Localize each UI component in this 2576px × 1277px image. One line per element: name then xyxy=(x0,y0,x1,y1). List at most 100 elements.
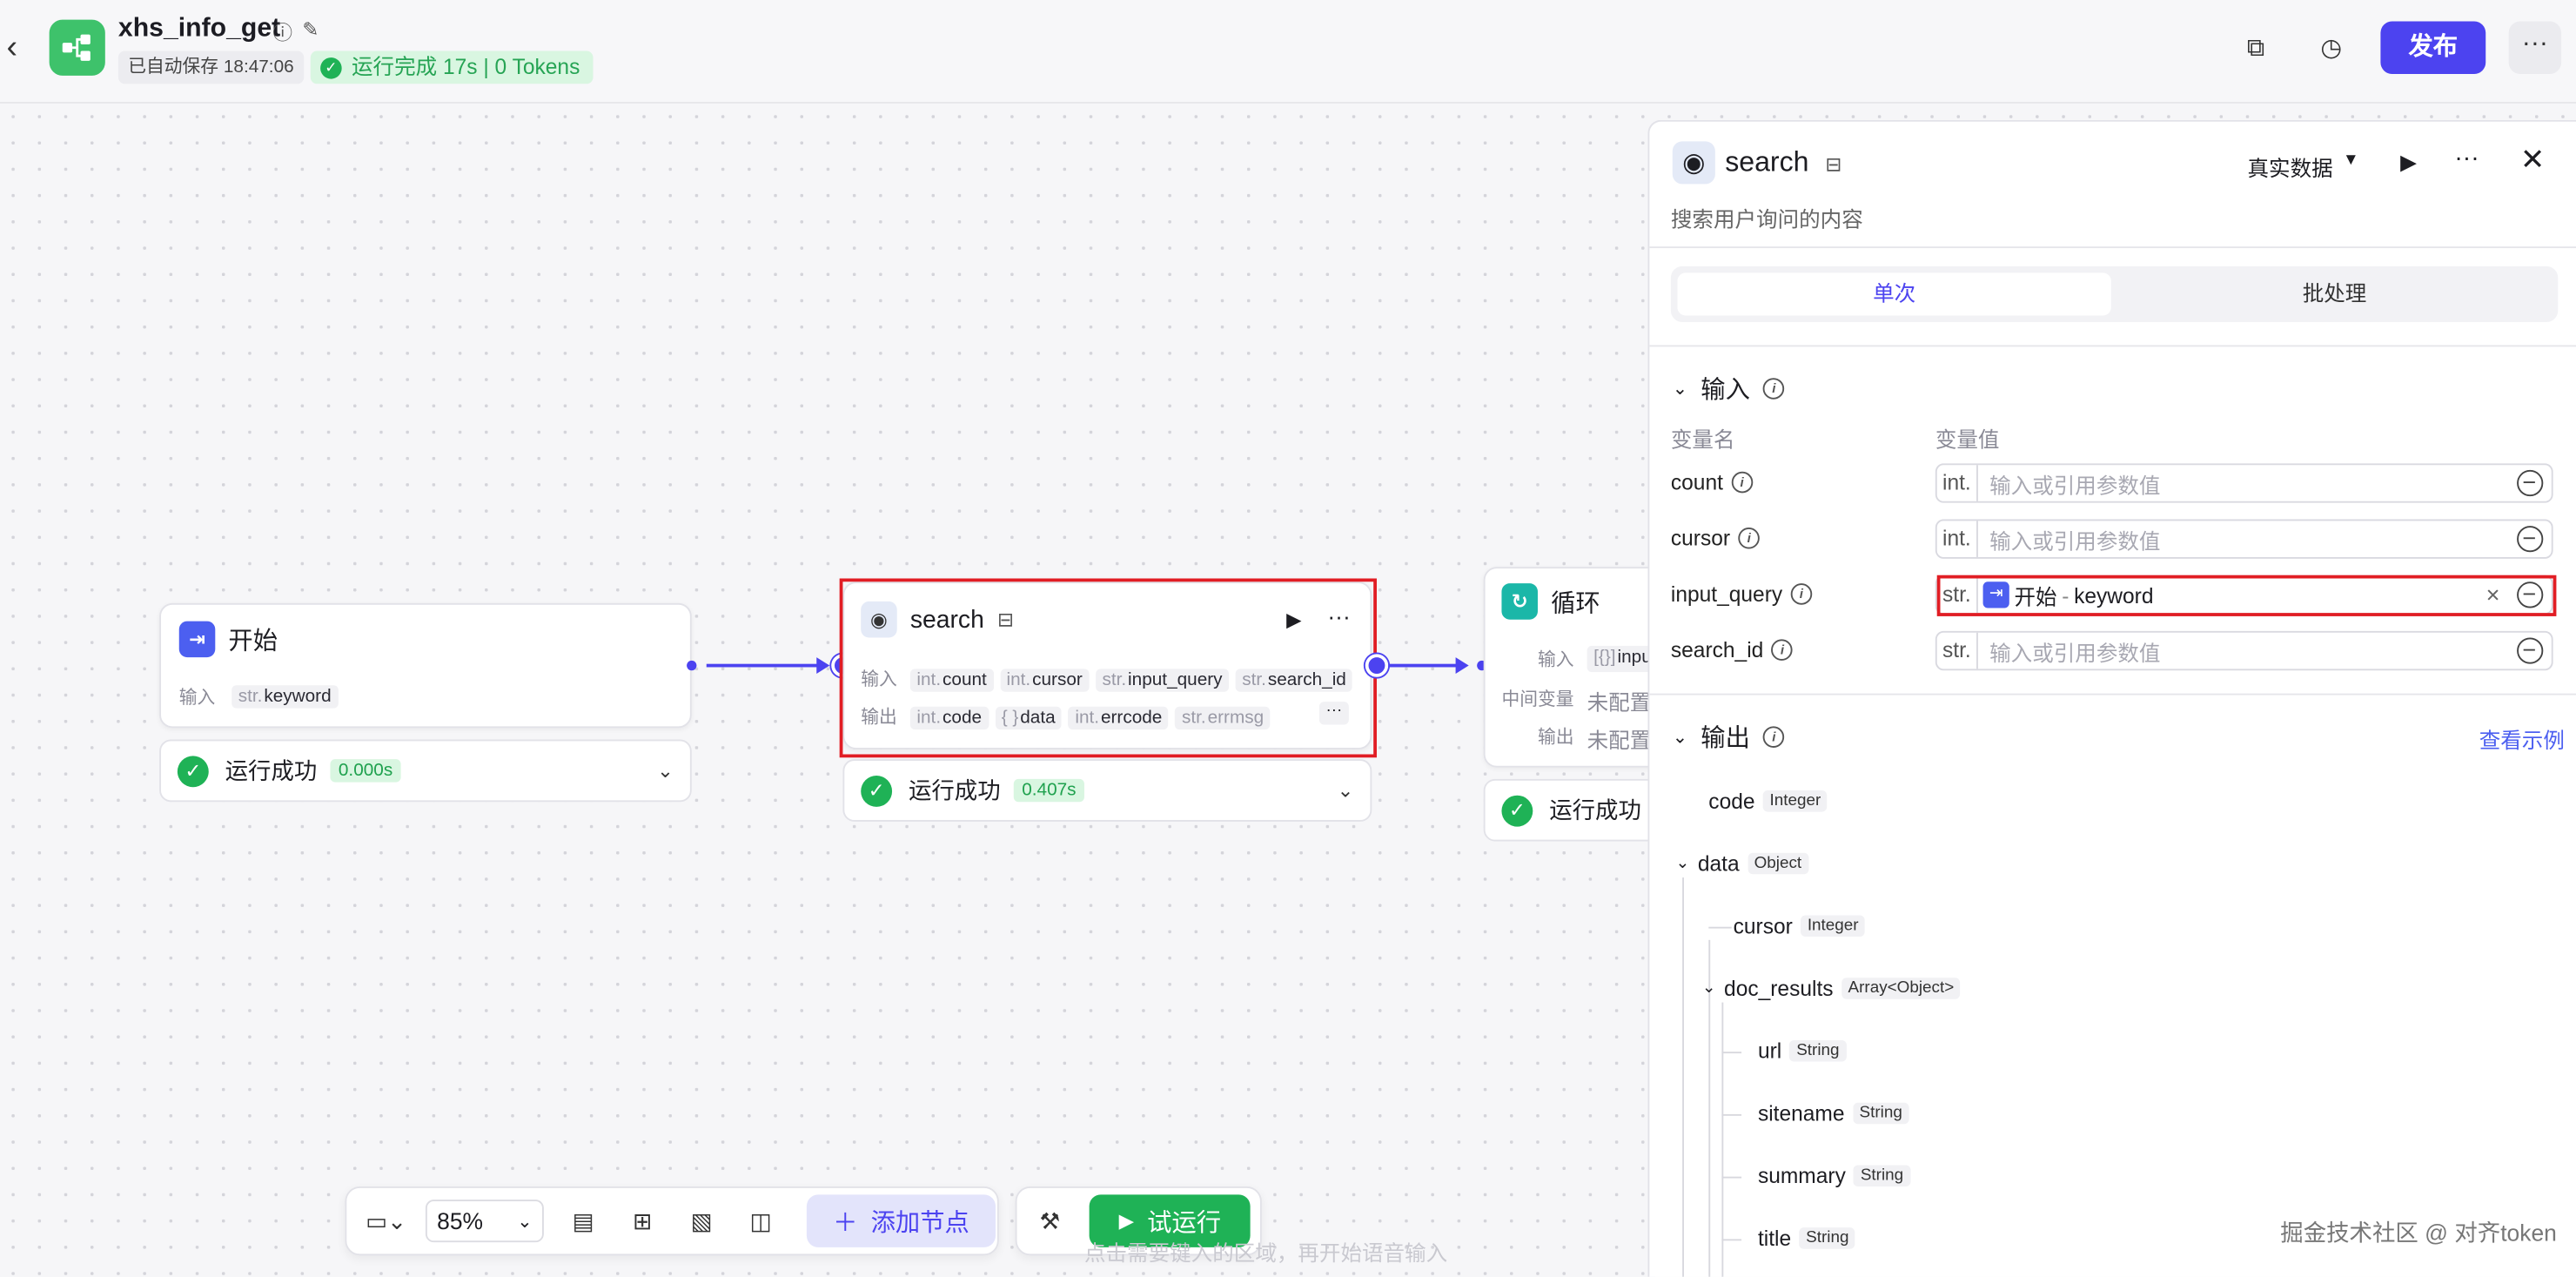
view-example-link[interactable]: 查看示例 xyxy=(2479,723,2565,755)
canvas-hint: 点击需要键入的区域，再开始语音输入 xyxy=(1083,1240,1448,1266)
minimap-icon[interactable]: ◫ xyxy=(738,1198,784,1244)
start-icon: ⇥ xyxy=(178,621,216,658)
chevron-down-icon[interactable]: ⌄ xyxy=(657,759,674,782)
type-label: int. xyxy=(1937,465,1978,501)
chevron-down-icon: ⌄ xyxy=(1672,728,1688,748)
var-input-query: input_query i xyxy=(1671,581,1813,607)
output-cursor: cursor Integer xyxy=(1734,914,1866,938)
tab-batch[interactable]: 批处理 xyxy=(2117,272,2551,315)
start-node[interactable]: ⇥ 开始 输入 str. keyword xyxy=(159,602,692,729)
tree-line xyxy=(1721,1239,1742,1241)
loop-middle-label: 中间变量 xyxy=(1501,689,1574,710)
info-icon: i xyxy=(1763,378,1785,400)
start-input-label: 输入 xyxy=(178,688,216,709)
search-output-port[interactable] xyxy=(1365,654,1389,677)
start-input-tag: str. keyword xyxy=(231,685,339,709)
autosave-status: 已自动保存 18:47:06 xyxy=(117,50,305,84)
start-status-text: 运行成功 xyxy=(225,757,318,784)
tree-line xyxy=(1721,1002,1724,1277)
tree-line xyxy=(1708,926,1732,929)
start-output-port[interactable] xyxy=(687,660,697,671)
wrench-icon[interactable]: ⚒ xyxy=(1027,1198,1073,1244)
workflow-title: xhs_info_get xyxy=(117,14,281,44)
layout-mode-icon[interactable]: ▭⌄ xyxy=(359,1198,412,1244)
type-label: int. xyxy=(1937,521,1978,557)
loop-status-text: 运行成功 xyxy=(1549,796,1641,823)
run-mode-tabs: 单次 批处理 xyxy=(1670,265,2559,323)
close-icon[interactable]: ✕ xyxy=(2520,143,2545,178)
loop-output-value: 未配置 xyxy=(1587,728,1652,753)
output-section-title: 输出 xyxy=(1701,724,1750,753)
info-icon[interactable]: ⓘ xyxy=(272,18,292,46)
search-node-highlight xyxy=(839,578,1377,758)
input-section-header[interactable]: ⌄ 输入 i xyxy=(1673,372,1785,407)
count-field[interactable]: int. 输入或引用参数值 xyxy=(1935,463,2553,503)
divider xyxy=(1649,693,2576,696)
type-label: str. xyxy=(1937,632,1978,669)
history-icon[interactable]: ◷ xyxy=(2306,23,2356,72)
tree-line xyxy=(1682,877,1684,1277)
loop-node-title: 循环 xyxy=(1551,588,1600,617)
count-placeholder: 输入或引用参数值 xyxy=(1989,472,2161,498)
more-icon[interactable]: ··· xyxy=(2454,145,2479,172)
run-status-text: 运行完成 17s | 0 Tokens xyxy=(351,54,580,79)
tree-line xyxy=(1721,1176,1742,1179)
data-mode-select[interactable]: 真实数据 ▼ xyxy=(2248,151,2359,183)
loop-input-label: 输入 xyxy=(1537,650,1574,671)
search-id-placeholder: 输入或引用参数值 xyxy=(1989,640,2161,665)
info-icon: i xyxy=(1731,471,1753,494)
canvas-toolbar: ▭⌄ 85% ⌄ ▤ ⊞ ▧ ◫ ＋ 添加节点 xyxy=(345,1186,999,1256)
tab-single[interactable]: 单次 xyxy=(1677,272,2111,316)
edge-arrow xyxy=(816,657,830,674)
loop-icon: ↻ xyxy=(1501,583,1538,620)
publish-button[interactable]: 发布 xyxy=(2380,21,2486,74)
check-circle-icon: ✓ xyxy=(320,57,342,78)
top-bar: ‹ xhs_info_get ⓘ ✎ 已自动保存 18:47:06 ✓ 运行完成… xyxy=(0,0,2576,104)
variable-ref-icon[interactable] xyxy=(2517,637,2544,664)
more-menu-button[interactable]: ··· xyxy=(2508,21,2562,74)
grid-layout-icon[interactable]: ⊞ xyxy=(620,1198,666,1244)
cursor-field[interactable]: int. 输入或引用参数值 xyxy=(1935,519,2553,559)
edit-icon[interactable]: ✎ xyxy=(302,18,319,41)
edge-start-search xyxy=(706,663,822,668)
var-cursor: cursor i xyxy=(1671,526,1761,550)
info-icon: i xyxy=(1790,583,1813,605)
back-icon[interactable]: ‹ xyxy=(7,30,18,67)
var-count: count i xyxy=(1671,470,1753,494)
output-doc-results[interactable]: ⌄ doc_results Array<Object> xyxy=(1702,976,1961,1001)
add-node-button[interactable]: ＋ 添加节点 xyxy=(806,1194,996,1247)
output-sitename: sitename String xyxy=(1758,1101,1909,1126)
cursor-placeholder: 输入或引用参数值 xyxy=(1989,528,2161,554)
col-var-name: 变量名 xyxy=(1670,427,1735,453)
tree-line xyxy=(1721,1113,1742,1116)
var-search-id: search_id i xyxy=(1671,637,1794,662)
variable-ref-icon[interactable] xyxy=(2517,469,2544,497)
play-icon[interactable]: ▶ xyxy=(2400,150,2417,176)
edge-arrow xyxy=(1455,657,1469,674)
search-id-field[interactable]: str. 输入或引用参数值 xyxy=(1935,630,2553,671)
start-run-status[interactable]: ✓ 运行成功 0.000s ⌄ xyxy=(159,739,692,803)
output-url: url String xyxy=(1758,1038,1847,1063)
panel-description: 搜索用户询问的内容 xyxy=(1670,206,1863,232)
variable-ref-icon[interactable] xyxy=(2517,526,2544,553)
info-icon: i xyxy=(1763,726,1785,748)
panel-title: search xyxy=(1725,146,1809,178)
output-data[interactable]: ⌄ data Object xyxy=(1676,851,1808,876)
watermark: 掘金技术社区 @ 对齐token xyxy=(2280,1219,2557,1246)
chevron-down-icon: ⌄ xyxy=(517,1212,533,1232)
search-run-status[interactable]: ✓ 运行成功 0.407s ⌄ xyxy=(842,759,1372,822)
zoom-value: 85% xyxy=(437,1207,484,1234)
copy-icon[interactable]: ⧉ xyxy=(2231,23,2281,72)
node-detail-panel: ◉ search ⊟ 真实数据 ▼ ▶ ··· ✕ 搜索用户询问的内容 单次 批… xyxy=(1647,119,2576,1277)
comment-icon[interactable]: ▤ xyxy=(560,1198,607,1244)
plugin-icon: ⊟ xyxy=(1825,152,1842,176)
input-query-highlight xyxy=(1936,575,2557,616)
chevron-down-icon[interactable]: ⌄ xyxy=(1338,779,1354,802)
zoom-select[interactable]: 85% ⌄ xyxy=(425,1200,544,1243)
play-icon: ▶ xyxy=(1118,1209,1135,1233)
image-icon[interactable]: ▧ xyxy=(679,1198,725,1244)
output-section-header[interactable]: ⌄ 输出 i xyxy=(1673,720,1785,755)
chevron-down-icon: ⌄ xyxy=(1675,854,1690,873)
output-code: code Integer xyxy=(1708,789,1828,813)
divider xyxy=(1649,246,2576,249)
